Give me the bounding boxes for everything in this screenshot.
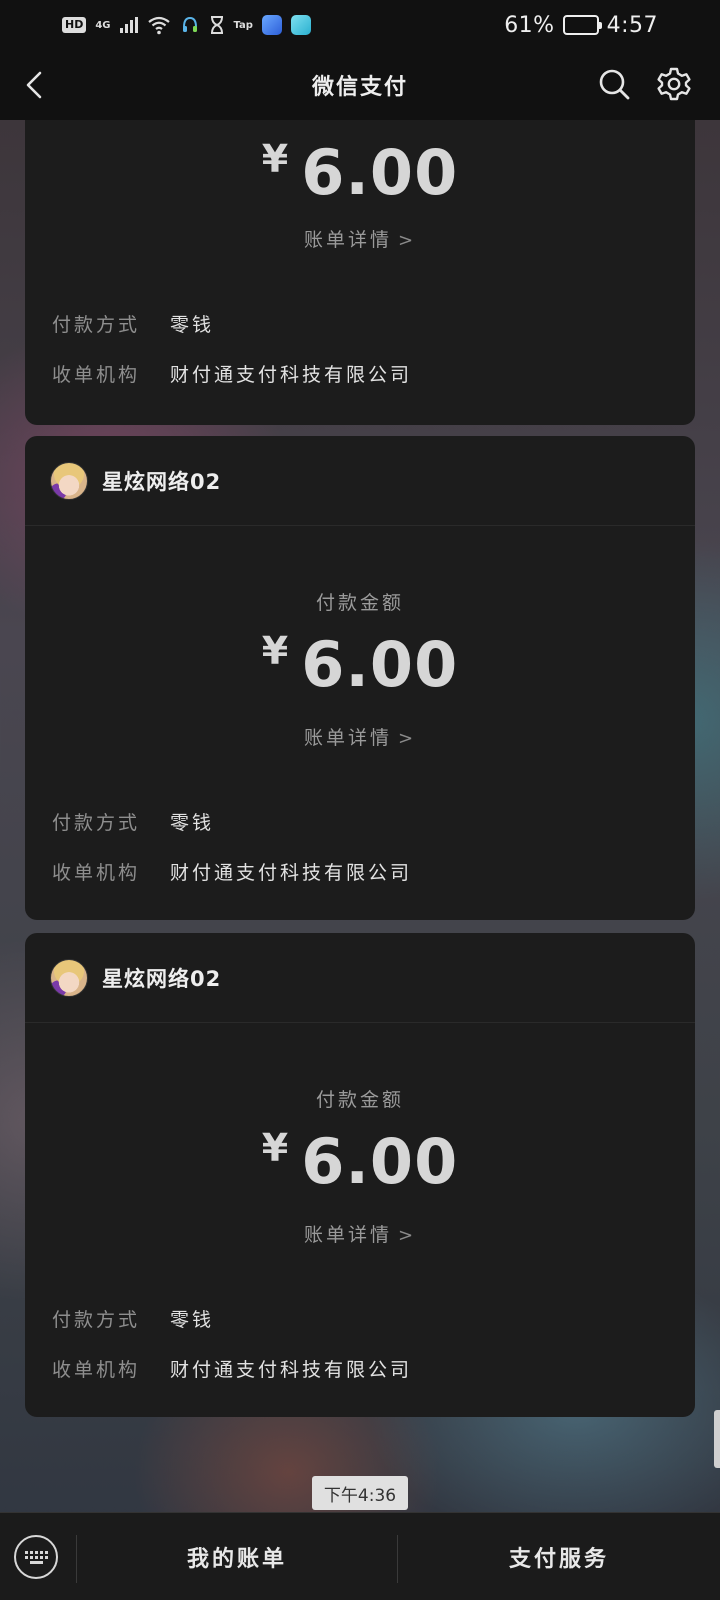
payment-method-row: 付款方式 零钱 xyxy=(52,310,214,337)
payment-card[interactable]: 星炫网络02 付款金额 ¥6.00 账单详情 > 付款方式 零钱 收单机构 财付通… xyxy=(25,436,695,920)
bottom-bar: 我的账单 支付服务 xyxy=(0,1512,720,1600)
amount-label: 付款金额 xyxy=(315,592,404,614)
gear-icon[interactable] xyxy=(656,66,692,102)
merchant-name: 星炫网络02 xyxy=(102,469,222,494)
merchant-name: 星炫网络02 xyxy=(102,966,222,991)
payment-amount: ¥6.00 xyxy=(25,1125,695,1198)
payment-card[interactable]: 星炫网络02 付款金额 ¥6.00 账单详情 > 付款方式 零钱 收单机构 财付通… xyxy=(25,933,695,1417)
amount-value: 6.00 xyxy=(301,1125,459,1198)
row-value: 零钱 xyxy=(170,812,215,834)
pay-services-button[interactable]: 支付服务 xyxy=(398,1513,720,1600)
bill-detail-link[interactable]: 账单详情 > xyxy=(25,723,695,750)
search-icon[interactable] xyxy=(596,66,632,102)
amount-value: 6.00 xyxy=(301,136,459,209)
scroll-indicator[interactable] xyxy=(714,1410,720,1468)
currency-symbol: ¥ xyxy=(261,1126,290,1170)
wifi-icon xyxy=(147,16,170,35)
hd-indicator: HD xyxy=(62,17,87,33)
chevron-right-icon: > xyxy=(397,230,417,251)
status-icons-right: 61% 4:57 xyxy=(504,13,658,38)
hourglass-icon xyxy=(210,16,223,34)
signal-icon xyxy=(119,17,138,33)
row-label: 付款方式 xyxy=(52,812,141,834)
currency-symbol: ¥ xyxy=(261,629,290,673)
my-bills-button[interactable]: 我的账单 xyxy=(77,1513,397,1600)
status-bar: HD 4G Tap 61% 4:57 xyxy=(0,0,720,50)
battery-icon xyxy=(562,15,602,35)
acquirer-row: 收单机构 财付通支付科技有限公司 xyxy=(52,1355,412,1382)
back-icon[interactable] xyxy=(18,68,52,102)
merchant-avatar xyxy=(50,461,88,500)
tap-app-label: Tap xyxy=(233,19,253,31)
bill-detail-label: 账单详情 xyxy=(303,727,392,749)
bill-detail-label: 账单详情 xyxy=(303,1224,392,1246)
row-label: 付款方式 xyxy=(52,1309,141,1331)
keyboard-icon[interactable] xyxy=(14,1535,58,1579)
clock: 4:57 xyxy=(606,12,658,38)
battery-percent: 61% xyxy=(504,12,555,38)
acquirer-row: 收单机构 财付通支付科技有限公司 xyxy=(52,858,412,885)
status-icons-left: HD 4G Tap xyxy=(62,15,311,35)
row-value: 零钱 xyxy=(170,314,215,336)
headset-app-icon xyxy=(182,16,197,32)
message-list[interactable]: ¥6.00 账单详情 > 付款方式 零钱 收单机构 财付通支付科技有限公司 星炫网… xyxy=(0,120,720,1512)
page-title: 微信支付 xyxy=(311,75,408,100)
row-label: 收单机构 xyxy=(52,364,141,386)
payment-method-row: 付款方式 零钱 xyxy=(52,808,214,835)
network-type: 4G xyxy=(95,19,111,31)
payment-amount: ¥6.00 xyxy=(25,136,695,209)
amount-value: 6.00 xyxy=(301,628,459,701)
row-label: 收单机构 xyxy=(52,1359,141,1381)
row-value: 财付通支付科技有限公司 xyxy=(170,862,413,884)
browser-app-icon xyxy=(261,15,282,35)
nav-bar: 微信支付 xyxy=(0,50,720,120)
row-value: 零钱 xyxy=(170,1309,215,1331)
row-value: 财付通支付科技有限公司 xyxy=(170,1359,413,1381)
merchant-avatar xyxy=(50,958,88,997)
chevron-right-icon: > xyxy=(397,728,417,749)
message-timestamp: 下午4:36 xyxy=(312,1476,408,1510)
currency-symbol: ¥ xyxy=(261,137,290,181)
payment-amount: ¥6.00 xyxy=(25,628,695,701)
bill-detail-label: 账单详情 xyxy=(303,229,392,251)
amount-label: 付款金额 xyxy=(315,1089,404,1111)
payment-method-row: 付款方式 零钱 xyxy=(52,1305,214,1332)
card-header: 星炫网络02 xyxy=(25,436,695,526)
book-app-icon xyxy=(290,15,311,35)
payment-card: ¥6.00 账单详情 > 付款方式 零钱 收单机构 财付通支付科技有限公司 xyxy=(25,120,695,425)
card-header: 星炫网络02 xyxy=(25,933,695,1023)
acquirer-row: 收单机构 财付通支付科技有限公司 xyxy=(52,360,412,387)
row-label: 付款方式 xyxy=(52,314,141,336)
bill-detail-link[interactable]: 账单详情 > xyxy=(25,1220,695,1247)
row-value: 财付通支付科技有限公司 xyxy=(170,364,413,386)
chevron-right-icon: > xyxy=(397,1225,417,1246)
row-label: 收单机构 xyxy=(52,862,141,884)
bill-detail-link[interactable]: 账单详情 > xyxy=(25,225,695,252)
